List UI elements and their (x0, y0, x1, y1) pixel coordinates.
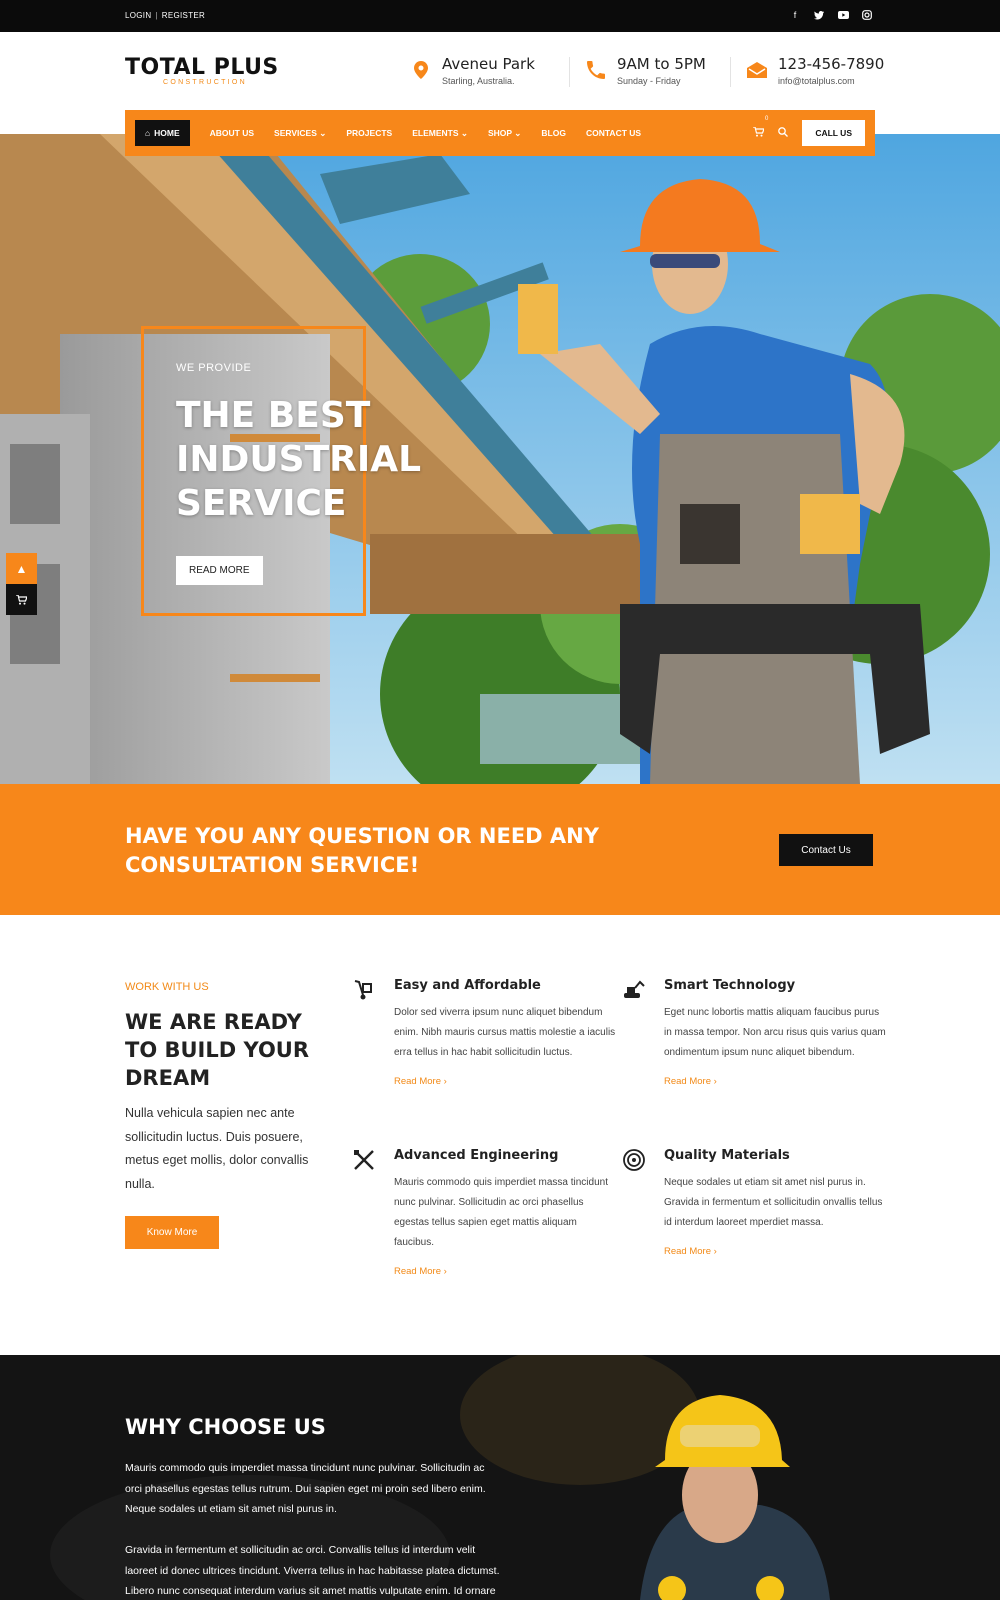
nav-services-label: SERVICES (274, 127, 317, 138)
feature-title: Advanced Engineering (394, 1148, 559, 1163)
cart-icon[interactable] (6, 584, 37, 615)
target-icon (622, 1148, 648, 1174)
logo-name: TOTAL PLUS (125, 55, 279, 80)
feature-card: Quality Materials Neque sodales ut etiam… (623, 1148, 889, 1257)
read-more-link[interactable]: Read More › (394, 1266, 619, 1277)
consultation-banner: HAVE YOU ANY QUESTION OR NEED ANY CONSUL… (0, 784, 1000, 915)
call-us-button[interactable]: CALL US (802, 120, 865, 146)
chevron-down-icon: ⌄ (514, 127, 522, 138)
phone-number[interactable]: 123-456-7890 (778, 55, 884, 73)
chevron-down-icon: ⌄ (460, 127, 468, 138)
nav-contact[interactable]: CONTACT US (586, 128, 641, 138)
work-title: WE ARE READY TO BUILD YOUR DREAM (125, 1010, 310, 1090)
login-link[interactable]: LOGIN (125, 11, 151, 20)
why-paragraph-2: Gravida in fermentum et sollicitudin ac … (125, 1544, 500, 1597)
site-logo[interactable]: TOTAL PLUS CONSTRUCTION (125, 55, 279, 86)
nav-blog[interactable]: BLOG (541, 128, 566, 138)
rocket-icon[interactable]: ▲ (6, 553, 37, 584)
twitter-icon[interactable] (813, 9, 825, 21)
instagram-icon[interactable] (861, 9, 873, 21)
excavator-icon (622, 978, 648, 1004)
contact-info: 123-456-7890 info@totalplus.com (729, 55, 884, 87)
hours-subtitle: Sunday - Friday (617, 76, 681, 86)
cart-count: 0 (764, 116, 769, 122)
youtube-icon[interactable] (837, 9, 849, 21)
top-bar: LOGIN | REGISTER f (0, 0, 1000, 32)
feature-title: Easy and Affordable (394, 978, 541, 993)
nav-home[interactable]: ⌂ HOME (135, 120, 190, 146)
email-address[interactable]: info@totalplus.com (778, 76, 884, 86)
nav-elements[interactable]: ELEMENTS ⌄ (412, 128, 468, 139)
nav-shop[interactable]: SHOP ⌄ (488, 128, 521, 139)
chevron-down-icon: ⌄ (319, 127, 327, 138)
nav-services[interactable]: SERVICES ⌄ (274, 128, 326, 139)
hero-title: THE BEST INDUSTRIAL SERVICE (176, 395, 422, 524)
search-icon[interactable] (778, 124, 789, 142)
work-kicker: WORK WITH US (125, 981, 209, 993)
nav-about[interactable]: ABOUT US (210, 128, 254, 138)
read-more-link[interactable]: Read More › (664, 1246, 889, 1257)
auth-separator: | (155, 11, 158, 20)
social-links: f (789, 9, 873, 21)
why-title: WHY CHOOSE US (125, 1415, 326, 1439)
work-text: Nulla vehicula sapien nec ante sollicitu… (125, 1106, 309, 1191)
register-link[interactable]: REGISTER (162, 11, 205, 20)
know-more-button[interactable]: Know More (125, 1216, 219, 1249)
phone-icon (585, 59, 607, 81)
logo-subtitle: CONSTRUCTION (163, 79, 247, 86)
feature-text: Dolor sed viverra ipsum nunc aliquet bib… (394, 1007, 616, 1058)
nav-actions: 0 CALL US (753, 116, 865, 146)
read-more-button[interactable]: READ MORE (176, 556, 263, 585)
envelope-icon (746, 59, 768, 81)
hand-truck-icon (352, 978, 378, 1004)
cta-text: HAVE YOU ANY QUESTION OR NEED ANY CONSUL… (125, 824, 599, 877)
hero-kicker: WE PROVIDE (176, 362, 252, 374)
contact-us-button[interactable]: Contact Us (779, 834, 873, 866)
side-tools: ▲ (6, 553, 37, 615)
work-with-us-section: WORK WITH US WE ARE READY TO BUILD YOUR … (0, 915, 1000, 1355)
hours-info: 9AM to 5PM Sunday - Friday (569, 55, 706, 87)
nav-shop-label: SHOP (487, 127, 512, 138)
main-nav: ⌂ HOME ABOUT US SERVICES ⌄ PROJECTS ELEME… (125, 110, 875, 156)
feature-card: Advanced Engineering Mauris commodo quis… (354, 1148, 619, 1277)
nav-home-label: HOME (154, 128, 180, 138)
hero-banner: WE PROVIDE THE BEST INDUSTRIAL SERVICE R… (0, 134, 1000, 784)
why-paragraph-1: Mauris commodo quis imperdiet massa tinc… (125, 1462, 486, 1515)
address-title: Aveneu Park (442, 55, 535, 73)
nav-elements-label: ELEMENTS (412, 127, 459, 138)
location-pin-icon (410, 59, 432, 81)
address-info: Aveneu Park Starling, Australia. (410, 55, 535, 86)
feature-card: Smart Technology Eget nunc lobortis matt… (624, 978, 889, 1087)
feature-title: Smart Technology (664, 978, 796, 993)
feature-text: Mauris commodo quis imperdiet massa tinc… (394, 1177, 608, 1248)
read-more-link[interactable]: Read More › (394, 1076, 619, 1087)
feature-text: Neque sodales ut etiam sit amet nisl pur… (664, 1177, 883, 1228)
address-subtitle: Starling, Australia. (442, 76, 515, 86)
feature-card: Easy and Affordable Dolor sed viverra ip… (354, 978, 619, 1087)
read-more-link[interactable]: Read More › (664, 1076, 889, 1087)
crossed-tools-icon (352, 1148, 378, 1174)
cart-icon (753, 124, 766, 141)
nav-projects[interactable]: PROJECTS (346, 128, 392, 138)
why-choose-us-section: WHY CHOOSE US Mauris commodo quis imperd… (0, 1355, 1000, 1600)
feature-title: Quality Materials (664, 1148, 790, 1163)
facebook-icon[interactable]: f (789, 9, 801, 21)
home-icon: ⌂ (145, 128, 151, 138)
site-header: TOTAL PLUS CONSTRUCTION Aveneu Park Starl… (0, 32, 1000, 110)
feature-text: Eget nunc lobortis mattis aliquam faucib… (664, 1007, 886, 1058)
cart-button[interactable]: 0 (753, 116, 768, 142)
auth-links: LOGIN | REGISTER (125, 11, 205, 20)
hours-title: 9AM to 5PM (617, 55, 706, 73)
